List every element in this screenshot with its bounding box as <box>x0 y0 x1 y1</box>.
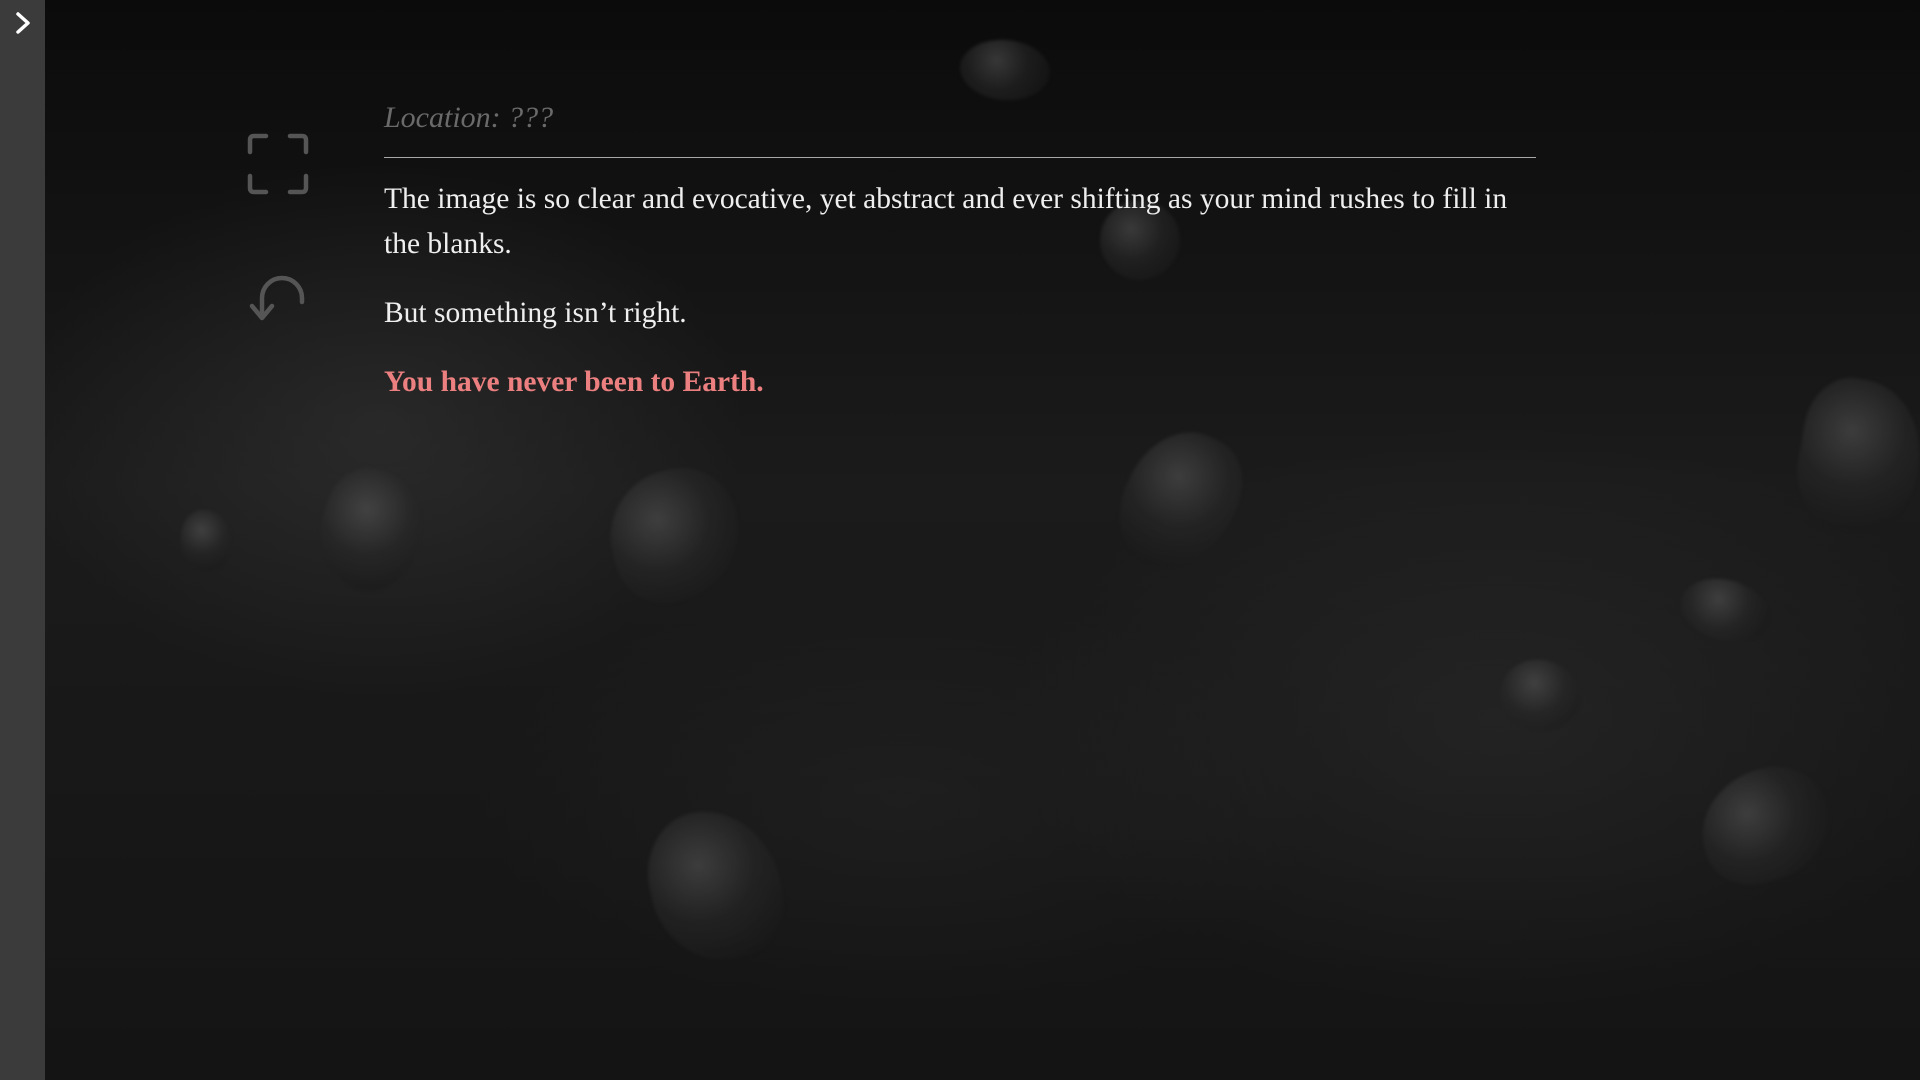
undo-icon <box>249 275 305 321</box>
floating-rock <box>175 506 235 574</box>
floating-rock <box>1673 569 1777 651</box>
floating-rock <box>595 455 755 615</box>
floating-rock <box>1493 652 1587 738</box>
floating-rock <box>1685 751 1845 899</box>
undo-button[interactable] <box>246 272 310 328</box>
story-panel: Location: ??? The image is so clear and … <box>384 96 1536 405</box>
floating-rock <box>302 456 438 604</box>
story-highlight: You have never been to Earth. <box>384 366 764 398</box>
fullscreen-button[interactable] <box>246 132 310 196</box>
floating-rock <box>1100 413 1260 587</box>
fullscreen-icon <box>247 133 309 195</box>
chevron-right-icon[interactable] <box>8 8 38 38</box>
floating-rock <box>1787 370 1920 540</box>
floating-rock <box>957 36 1053 104</box>
story-paragraph: The image is so clear and evocative, yet… <box>384 183 1508 260</box>
floating-rock <box>637 799 793 971</box>
location-heading: Location: ??? <box>384 96 1536 158</box>
sidebar <box>0 0 45 1080</box>
story-paragraph: But something isn’t right. <box>384 297 687 329</box>
